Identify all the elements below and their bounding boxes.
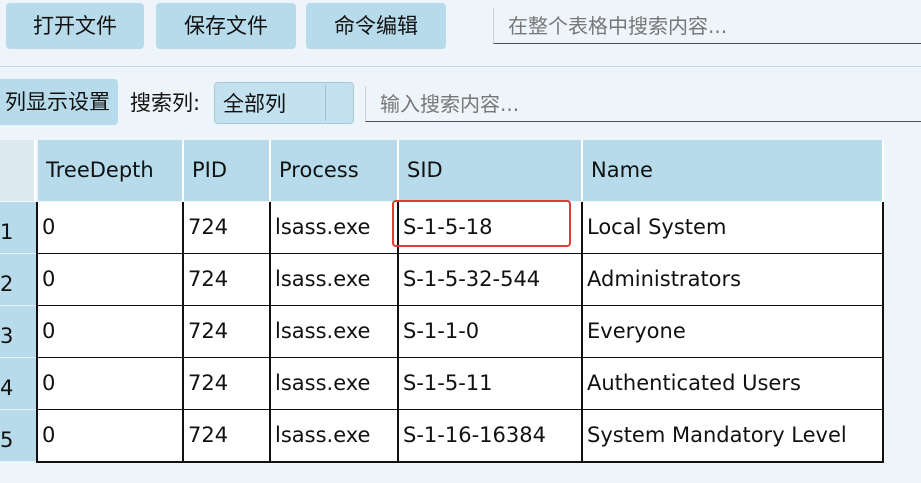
- column-settings-button[interactable]: 列显示设置: [0, 79, 118, 125]
- cell-pid[interactable]: 724: [184, 306, 271, 359]
- row-header[interactable]: 4: [0, 358, 36, 410]
- open-file-button[interactable]: 打开文件: [6, 3, 144, 49]
- cell-treedepth[interactable]: 0: [36, 202, 184, 255]
- cell-treedepth[interactable]: 0: [36, 254, 184, 307]
- cell-process[interactable]: lsass.exe: [271, 358, 399, 411]
- cell-name[interactable]: Administrators: [583, 254, 884, 307]
- cell-pid[interactable]: 724: [184, 410, 271, 463]
- column-header-pid[interactable]: PID: [184, 140, 271, 201]
- main-toolbar: 打开文件 保存文件 命令编辑 在整个表格中搜索内容...: [0, 0, 921, 62]
- select-divider: [325, 85, 326, 121]
- search-column-value: 全部列: [223, 92, 286, 116]
- cell-process[interactable]: lsass.exe: [271, 410, 399, 463]
- cell-pid[interactable]: 724: [184, 358, 271, 411]
- cell-process[interactable]: lsass.exe: [271, 306, 399, 359]
- cell-pid[interactable]: 724: [184, 254, 271, 307]
- app-window: 打开文件 保存文件 命令编辑 在整个表格中搜索内容... 列显示设置 搜索列: …: [0, 0, 921, 483]
- command-edit-button[interactable]: 命令编辑: [306, 3, 446, 49]
- cell-process[interactable]: lsass.exe: [271, 202, 399, 255]
- cell-sid[interactable]: S-1-5-32-544: [399, 254, 583, 307]
- cell-process[interactable]: lsass.exe: [271, 254, 399, 307]
- column-header-sid[interactable]: SID: [399, 140, 583, 201]
- cell-treedepth[interactable]: 0: [36, 306, 184, 359]
- cell-name[interactable]: System Mandatory Level: [583, 410, 884, 463]
- cell-sid[interactable]: S-1-1-0: [399, 306, 583, 359]
- cell-sid[interactable]: S-1-5-18: [399, 202, 583, 255]
- cell-pid[interactable]: 724: [184, 202, 271, 255]
- cell-name[interactable]: Everyone: [583, 306, 884, 359]
- cell-sid[interactable]: S-1-5-11: [399, 358, 583, 411]
- table-corner: [0, 140, 36, 201]
- toolbar-divider: [0, 66, 921, 67]
- column-header-name[interactable]: Name: [583, 140, 884, 201]
- column-header-treedepth[interactable]: TreeDepth: [38, 140, 184, 201]
- cell-treedepth[interactable]: 0: [36, 358, 184, 411]
- cell-name[interactable]: Local System: [583, 202, 884, 255]
- row-header[interactable]: 2: [0, 254, 36, 306]
- cell-name[interactable]: Authenticated Users: [583, 358, 884, 411]
- global-search-input[interactable]: 在整个表格中搜索内容...: [493, 8, 921, 44]
- cell-treedepth[interactable]: 0: [36, 410, 184, 463]
- search-column-select[interactable]: 全部列: [214, 82, 354, 124]
- search-column-label: 搜索列:: [130, 91, 201, 115]
- save-file-button[interactable]: 保存文件: [156, 3, 296, 49]
- column-header-process[interactable]: Process: [271, 140, 399, 201]
- cell-sid[interactable]: S-1-16-16384: [399, 410, 583, 463]
- row-header[interactable]: 3: [0, 306, 36, 358]
- column-search-input[interactable]: 输入搜索内容...: [365, 86, 921, 122]
- row-header[interactable]: 1: [0, 202, 36, 254]
- row-header[interactable]: 5: [0, 410, 36, 462]
